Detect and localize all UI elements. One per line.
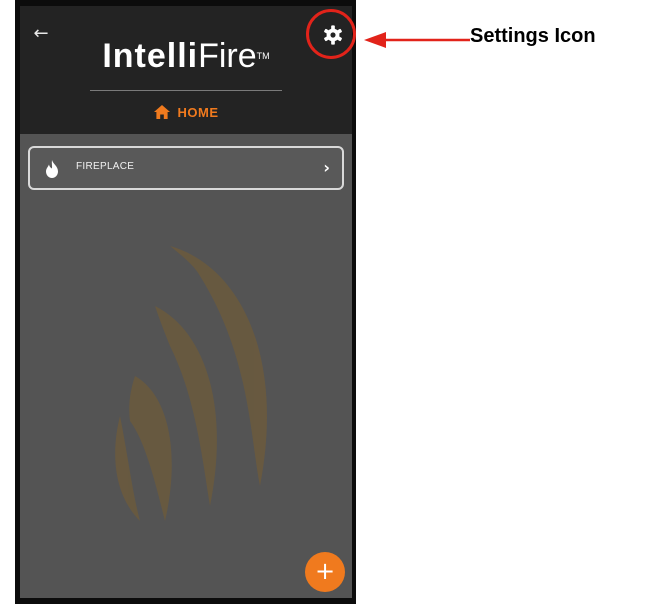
callout-arrow	[364, 32, 470, 48]
add-device-button[interactable]: +	[305, 552, 345, 592]
settings-highlight-circle	[306, 9, 356, 59]
home-nav-title: HOME	[20, 102, 352, 122]
logo-light-text: Fire	[198, 37, 257, 75]
phone-frame: ← IntelliFireTM HOME FIREPLACE › +	[15, 0, 356, 604]
home-icon	[153, 105, 170, 119]
device-list-item-fireplace[interactable]: FIREPLACE ›	[28, 146, 344, 190]
app-header: ← IntelliFireTM HOME	[20, 6, 352, 134]
flame-icon	[46, 160, 58, 178]
app-screen: ← IntelliFireTM HOME FIREPLACE › +	[20, 6, 352, 598]
logo-trademark: TM	[256, 51, 270, 61]
logo-bold-text: Intelli	[102, 37, 199, 75]
nav-title-label: HOME	[177, 104, 219, 120]
intellifire-logo: IntelliFireTM	[20, 36, 352, 76]
plus-icon: +	[314, 557, 336, 585]
device-name: FIREPLACE	[76, 161, 135, 172]
logo-divider	[90, 90, 282, 91]
flame-watermark	[115, 246, 267, 521]
chevron-right-icon: ›	[323, 158, 330, 177]
settings-icon-callout: Settings Icon	[470, 25, 596, 47]
